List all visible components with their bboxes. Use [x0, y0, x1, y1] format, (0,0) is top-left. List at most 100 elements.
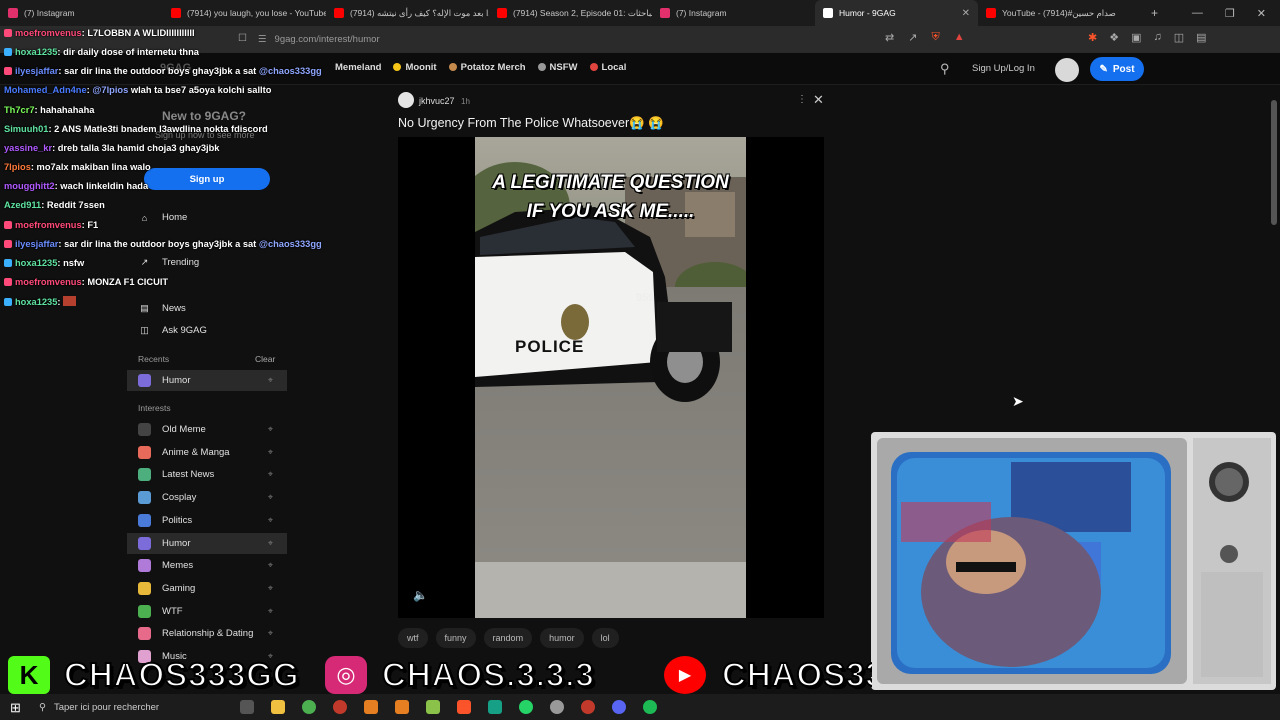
translate-icon[interactable]: ⇄ [885, 31, 894, 44]
sidebar-item-home[interactable]: ⌂ Home [127, 207, 287, 228]
taskbar-search[interactable]: ⚲ Taper ici pour rechercher [33, 696, 223, 718]
bookmark-icon[interactable]: ☐ [238, 33, 247, 44]
music-icon[interactable]: ♫ [1154, 31, 1162, 44]
discord-icon[interactable] [612, 700, 626, 714]
file-explorer-icon[interactable] [271, 700, 285, 714]
chat-username[interactable]: moefromvenus [15, 220, 82, 230]
restore-icon[interactable]: ❐ [1225, 7, 1235, 20]
vlc-icon[interactable] [395, 700, 409, 714]
post-tag[interactable]: funny [435, 628, 476, 648]
sidebar-interest-item[interactable]: Memes ⌖ [127, 555, 287, 576]
pin-icon[interactable]: ⌖ [268, 628, 273, 639]
puzzle-icon[interactable]: ❖ [1109, 31, 1119, 44]
sidebar-item-trending[interactable]: ↗ Trending [127, 252, 287, 273]
topnav-item[interactable]: Local [589, 62, 626, 73]
new-tab-icon[interactable]: + [1151, 6, 1158, 20]
post-button[interactable]: ✎ Post [1090, 57, 1144, 81]
chat-username[interactable]: moefromvenus [15, 28, 82, 38]
sidebar-toggle-icon[interactable]: ◫ [1174, 31, 1184, 44]
pin-icon[interactable]: ⌖ [268, 447, 273, 458]
sidebar-interest-item[interactable]: Latest News ⌖ [127, 464, 287, 485]
post-author-avatar[interactable] [398, 92, 414, 108]
sidebar-interest-item[interactable]: Politics ⌖ [127, 510, 287, 531]
sidebar-interest-item[interactable]: Humor ⌖ [127, 532, 287, 554]
sidebar-item-news[interactable]: ▤ News [127, 298, 287, 319]
signup-login-link[interactable]: Sign Up/Log In [972, 63, 1035, 74]
browser-tab[interactable]: (7914) you laugh, you lose - YouTube [163, 0, 326, 26]
chat-username[interactable]: yassine_kr [4, 143, 52, 153]
windows-start-icon[interactable]: ⊞ [10, 700, 21, 716]
sidebar-recent-item[interactable]: Humor ⌖ [127, 370, 287, 391]
chat-username[interactable]: Simuuh01 [4, 124, 48, 134]
opera-icon[interactable] [581, 700, 595, 714]
post-tag[interactable]: humor [540, 628, 584, 648]
post-author[interactable]: jkhvuc27 [419, 96, 455, 106]
sidebar-interest-item[interactable]: Anime & Manga ⌖ [127, 442, 287, 463]
whatsapp-icon[interactable] [519, 700, 533, 714]
browser-tab[interactable]: (7914) ماذا بعد موت الإله؟ كيف رأى نيتشه [326, 0, 489, 26]
tab-close-icon[interactable]: ✕ [962, 8, 970, 19]
close-window-icon[interactable]: ✕ [1257, 7, 1266, 20]
promo-signup-button[interactable]: Sign up [144, 168, 270, 190]
post-tag[interactable]: random [483, 628, 533, 648]
share-icon[interactable]: ↗ [908, 31, 917, 44]
spotify-icon[interactable] [643, 700, 657, 714]
topnav-item[interactable]: Moonit [393, 62, 437, 73]
search-icon[interactable]: ⚲ [940, 61, 950, 77]
chat-username[interactable]: hoxa1235 [15, 258, 57, 268]
reader-icon[interactable]: ▣ [1131, 31, 1141, 44]
chat-username[interactable]: Th7cr7 [4, 105, 35, 115]
pin-icon[interactable]: ⌖ [268, 492, 273, 503]
pin-icon[interactable]: ⌖ [268, 375, 273, 386]
store-icon[interactable] [426, 700, 440, 714]
minimize-icon[interactable]: — [1192, 7, 1203, 19]
chat-username[interactable]: Mohamed_Adn4ne [4, 85, 87, 95]
more-options-icon[interactable]: ⋮ [797, 94, 807, 105]
brave-rewards-icon[interactable]: ▲ [954, 31, 965, 44]
chrome-icon[interactable] [302, 700, 316, 714]
topnav-partial[interactable]: Memeland [335, 62, 381, 73]
close-icon[interactable]: ✕ [813, 92, 824, 108]
recents-clear-button[interactable]: Clear [255, 354, 275, 364]
browser-tab[interactable]: (7) Instagram [0, 0, 163, 26]
pin-icon[interactable]: ⌖ [268, 538, 273, 549]
avatar[interactable] [1055, 58, 1079, 82]
sidebar-interest-item[interactable]: WTF ⌖ [127, 601, 287, 622]
chat-username[interactable]: hoxa1235 [15, 47, 57, 57]
browser-tab[interactable]: (7) Instagram [652, 0, 815, 26]
sidebar-item-ask[interactable]: ◫ Ask 9GAG [127, 320, 287, 341]
chat-username[interactable]: hoxa1235 [15, 297, 57, 307]
pin-icon[interactable]: ⌖ [268, 469, 273, 480]
chat-username[interactable]: Azed911 [4, 200, 41, 210]
speaker-icon[interactable]: 🔈 [413, 588, 428, 602]
pin-icon[interactable]: ⌖ [268, 515, 273, 526]
app-icon-red[interactable] [333, 700, 347, 714]
pin-icon[interactable]: ⌖ [268, 606, 273, 617]
chat-username[interactable]: moefromvenus [15, 277, 82, 287]
extension-icon[interactable]: ✱ [1088, 31, 1097, 44]
sidebar-interest-item[interactable]: Gaming ⌖ [127, 578, 287, 599]
chat-username[interactable]: mougghitt2 [4, 181, 55, 191]
sidebar-interest-item[interactable]: Cosplay ⌖ [127, 487, 287, 508]
topnav-item[interactable]: Potatoz Merch [448, 62, 526, 73]
chat-username[interactable]: 7lpios [4, 162, 31, 172]
post-tag[interactable]: lol [591, 628, 619, 648]
browser-tab[interactable]: YouTube - صدام حسين#(7914) [978, 0, 1141, 26]
wallet-icon[interactable]: ▤ [1196, 31, 1206, 44]
scrollbar[interactable] [1271, 100, 1277, 225]
pin-icon[interactable]: ⌖ [268, 560, 273, 571]
brave-shield-icon[interactable]: ⛨ [931, 31, 939, 44]
brave-icon[interactable] [457, 700, 471, 714]
chat-username[interactable]: ilyesjaffar [15, 66, 58, 76]
site-info-icon[interactable]: ☰ [258, 34, 267, 45]
post-tag[interactable]: wtf [398, 628, 428, 648]
app-icon-orange[interactable] [364, 700, 378, 714]
app-icon-teal[interactable] [488, 700, 502, 714]
chatgpt-icon[interactable] [550, 700, 564, 714]
browser-tab[interactable]: (7914) Season 2, Episode 01: الباحثات [489, 0, 652, 26]
browser-tab[interactable]: Humor - 9GAG ✕ [815, 0, 978, 26]
pin-icon[interactable]: ⌖ [268, 583, 273, 594]
sidebar-interest-item[interactable]: Relationship & Dating ⌖ [127, 623, 287, 644]
chat-username[interactable]: ilyesjaffar [15, 239, 58, 249]
pin-icon[interactable]: ⌖ [268, 424, 273, 435]
